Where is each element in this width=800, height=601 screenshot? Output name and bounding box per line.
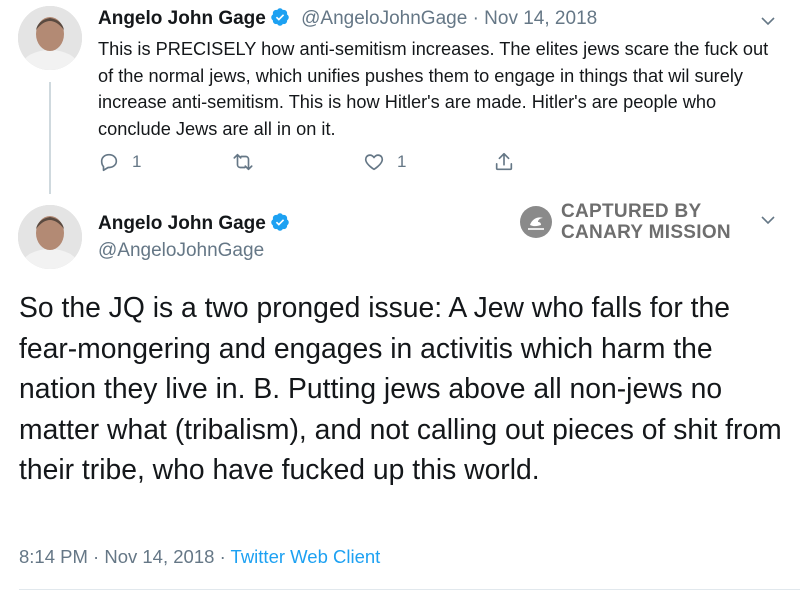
tweet-meta: 8:14 PM · Nov 14, 2018 · Twitter Web Cli… [19, 546, 380, 568]
author-handle[interactable]: @AngeloJohnGage [301, 8, 467, 29]
author-handle[interactable]: @AngeloJohnGage [98, 240, 264, 262]
chevron-down-icon[interactable] [760, 212, 776, 233]
tweet2-author: Angelo John Gage [98, 212, 290, 235]
thread-connector-line [49, 82, 51, 194]
verified-badge-icon [270, 212, 290, 232]
reply-count: 1 [132, 152, 142, 171]
like-count: 1 [397, 152, 407, 171]
watermark-line2: CANARY MISSION [561, 222, 731, 243]
retweet-icon [233, 153, 253, 171]
reply-icon [100, 153, 118, 172]
separator-dot: · [472, 8, 479, 29]
client-link[interactable]: Twitter Web Client [231, 546, 381, 567]
divider [19, 589, 800, 590]
watermark-line1: CAPTURED BY [561, 201, 702, 222]
chevron-down-icon[interactable] [760, 13, 776, 34]
canary-mission-logo [520, 206, 552, 238]
share-icon [495, 152, 513, 171]
tweet-text: This is PRECISELY how anti-semitism incr… [98, 39, 769, 139]
avatar[interactable] [18, 6, 82, 70]
verified-badge-icon [270, 7, 290, 27]
tweet-text: So the JQ is a two pronged issue: A Jew … [19, 291, 782, 486]
canary-mission-watermark: CAPTURED BY CANARY MISSION [519, 201, 731, 243]
separator-dot: · [93, 546, 100, 567]
reply-button[interactable]: 1 [98, 151, 141, 173]
tweet-date[interactable]: Nov 14, 2018 [484, 8, 597, 29]
tweet-time[interactable]: 8:14 PM [19, 546, 88, 567]
tweet-date[interactable]: Nov 14, 2018 [104, 546, 214, 567]
author-name[interactable]: Angelo John Gage [98, 213, 266, 234]
author-name[interactable]: Angelo John Gage [98, 8, 266, 29]
like-icon [364, 154, 384, 171]
avatar[interactable] [18, 205, 82, 269]
retweet-button[interactable] [232, 151, 266, 173]
separator-dot: · [219, 546, 226, 567]
share-button[interactable] [493, 151, 515, 173]
tweet1-header: Angelo John Gage @AngeloJohnGage · Nov 1… [98, 7, 597, 30]
like-button[interactable]: 1 [363, 151, 406, 173]
